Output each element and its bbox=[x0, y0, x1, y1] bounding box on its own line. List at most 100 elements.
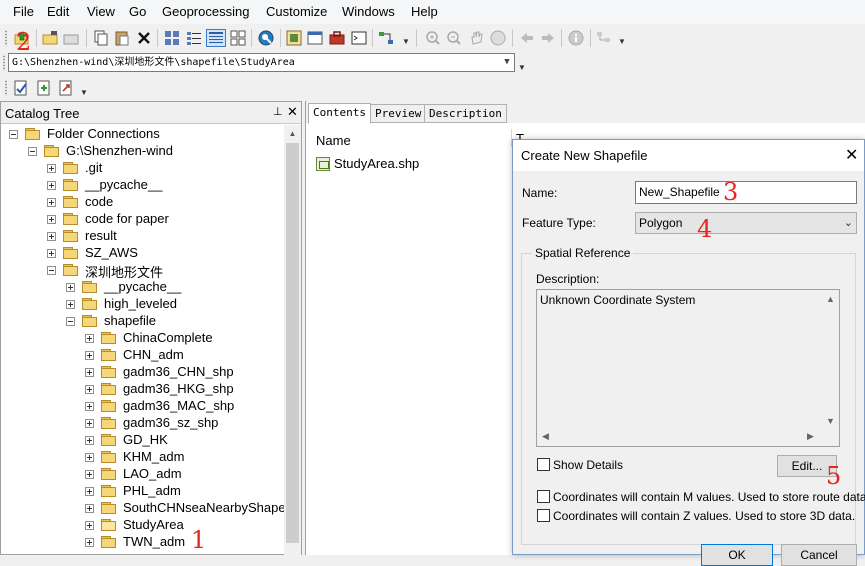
catalog-window-icon[interactable] bbox=[307, 30, 323, 46]
expand-icon[interactable] bbox=[85, 504, 94, 513]
toolbar-dropdown-arrow-icon[interactable]: ▼ bbox=[518, 61, 526, 75]
toolbar-dropdown-arrow-icon[interactable]: ▼ bbox=[402, 35, 410, 49]
tree-node[interactable]: gadm36_sz_shp bbox=[1, 415, 284, 432]
scroll-thumb[interactable] bbox=[286, 143, 299, 543]
tree-node[interactable]: code for paper bbox=[1, 211, 284, 228]
tab-contents[interactable]: Contents bbox=[308, 103, 371, 124]
description-vertical-scrollbar[interactable]: ▲ ▼ bbox=[822, 290, 839, 430]
expand-icon[interactable] bbox=[66, 283, 75, 292]
location-path-combo[interactable]: G:\Shenzhen-wind\深圳地形文件\shapefile\StudyA… bbox=[8, 53, 515, 72]
scroll-left-arrow-icon[interactable]: ◀ bbox=[542, 431, 549, 442]
modelbuilder-icon[interactable] bbox=[378, 30, 394, 46]
menu-file[interactable]: File bbox=[13, 4, 34, 19]
close-icon[interactable]: ✕ bbox=[287, 104, 298, 120]
expand-icon[interactable] bbox=[47, 215, 56, 224]
toolbar-dropdown-arrow-icon[interactable]: ▼ bbox=[80, 86, 88, 100]
menu-windows[interactable]: Windows bbox=[342, 4, 395, 19]
tree-node[interactable]: high_leveled bbox=[1, 296, 284, 313]
details-view-icon[interactable] bbox=[206, 29, 226, 47]
menu-view[interactable]: View bbox=[87, 4, 115, 19]
feature-type-select[interactable]: Polygon ⌄ bbox=[635, 212, 857, 234]
scroll-down-arrow-icon[interactable]: ▼ bbox=[826, 416, 835, 426]
expand-icon[interactable] bbox=[85, 538, 94, 547]
menu-customize[interactable]: Customize bbox=[266, 4, 327, 19]
expand-icon[interactable] bbox=[85, 402, 94, 411]
menu-help[interactable]: Help bbox=[411, 4, 438, 19]
expand-icon[interactable] bbox=[85, 521, 94, 530]
tree-node[interactable]: CHN_adm bbox=[1, 347, 284, 364]
pin-icon[interactable]: ⊥ bbox=[273, 105, 283, 118]
collapse-icon[interactable] bbox=[28, 147, 37, 156]
cancel-button[interactable]: Cancel bbox=[781, 544, 857, 566]
tab-preview[interactable]: Preview bbox=[370, 104, 427, 123]
tree-node[interactable]: SZ_AWS bbox=[1, 245, 284, 262]
ok-button[interactable]: OK bbox=[701, 544, 773, 566]
tree-node[interactable]: shapefile bbox=[1, 313, 284, 330]
expand-icon[interactable] bbox=[85, 351, 94, 360]
forward-arrow-icon[interactable] bbox=[540, 30, 556, 46]
tree-node[interactable]: 深圳地形文件 bbox=[1, 262, 284, 280]
catalog-tree-scrollbar[interactable]: ▲ bbox=[284, 125, 301, 555]
expand-icon[interactable] bbox=[66, 300, 75, 309]
search-window-icon[interactable] bbox=[258, 30, 274, 46]
identify-icon[interactable] bbox=[568, 30, 584, 46]
tab-description[interactable]: Description bbox=[424, 104, 507, 123]
tree-node[interactable]: GD_HK bbox=[1, 432, 284, 449]
launch-arcmap-icon[interactable] bbox=[286, 30, 302, 46]
tree-node[interactable]: G:\Shenzhen-wind bbox=[1, 143, 284, 160]
tree-node[interactable]: result bbox=[1, 228, 284, 245]
expand-icon[interactable] bbox=[85, 368, 94, 377]
tree-node[interactable]: ChinaComplete bbox=[1, 330, 284, 347]
scroll-up-arrow-icon[interactable]: ▲ bbox=[826, 294, 835, 304]
toolbar-grip[interactable] bbox=[2, 55, 6, 71]
toolbar-grip[interactable] bbox=[4, 30, 8, 46]
expand-icon[interactable] bbox=[85, 385, 94, 394]
tree-node[interactable]: LAO_adm bbox=[1, 466, 284, 483]
tree-node[interactable]: gadm36_CHN_shp bbox=[1, 364, 284, 381]
tree-node[interactable]: TWN_adm bbox=[1, 534, 284, 551]
tree-node[interactable]: Folder Connections bbox=[1, 126, 284, 143]
tree-node[interactable]: KHM_adm bbox=[1, 449, 284, 466]
tree-node[interactable]: .git bbox=[1, 160, 284, 177]
thumbnails-view-icon[interactable] bbox=[230, 30, 246, 46]
copy-icon[interactable] bbox=[93, 30, 109, 46]
menu-go[interactable]: Go bbox=[129, 4, 146, 19]
list-view-icon[interactable] bbox=[186, 30, 202, 46]
toolbar-dropdown-arrow-icon[interactable]: ▼ bbox=[618, 35, 626, 49]
expand-icon[interactable] bbox=[47, 164, 56, 173]
back-arrow-icon[interactable] bbox=[519, 30, 535, 46]
description-horizontal-scrollbar[interactable]: ◀ ▶ bbox=[537, 429, 822, 446]
disconnect-folder-icon[interactable] bbox=[63, 30, 79, 46]
column-header-name[interactable]: Name bbox=[316, 133, 351, 148]
menu-edit[interactable]: Edit bbox=[47, 4, 69, 19]
scroll-right-arrow-icon[interactable]: ▶ bbox=[807, 431, 814, 442]
tree-node[interactable]: __pycache__ bbox=[1, 279, 284, 296]
expand-icon[interactable] bbox=[85, 334, 94, 343]
tree-node[interactable]: StudyArea bbox=[1, 517, 284, 534]
expand-icon[interactable] bbox=[85, 419, 94, 428]
z-values-checkbox[interactable] bbox=[537, 509, 550, 522]
scroll-up-arrow-icon[interactable]: ▲ bbox=[284, 125, 301, 142]
tree-node[interactable]: gadm36_MAC_shp bbox=[1, 398, 284, 415]
tree-node[interactable]: SouthCHNseaNearbyShape bbox=[1, 500, 284, 517]
tree-node[interactable]: code bbox=[1, 194, 284, 211]
paste-icon[interactable] bbox=[114, 30, 130, 46]
tree-node[interactable]: gadm36_HKG_shp bbox=[1, 381, 284, 398]
expand-icon[interactable] bbox=[85, 470, 94, 479]
show-details-checkbox[interactable] bbox=[537, 458, 550, 471]
m-values-checkbox[interactable] bbox=[537, 490, 550, 503]
edit-metadata-icon[interactable] bbox=[13, 80, 29, 96]
expand-icon[interactable] bbox=[47, 249, 56, 258]
menu-geoprocessing[interactable]: Geoprocessing bbox=[162, 4, 249, 19]
connect-folder-icon[interactable] bbox=[42, 30, 58, 46]
pan-icon[interactable] bbox=[468, 30, 484, 46]
tree-structure-icon[interactable] bbox=[596, 30, 612, 46]
collapse-icon[interactable] bbox=[47, 266, 56, 275]
full-extent-icon[interactable] bbox=[490, 30, 506, 46]
zoom-out-icon[interactable] bbox=[446, 30, 462, 46]
delete-icon[interactable] bbox=[136, 30, 152, 46]
python-window-icon[interactable] bbox=[351, 30, 367, 46]
expand-icon[interactable] bbox=[85, 487, 94, 496]
zoom-in-icon[interactable] bbox=[425, 30, 441, 46]
chevron-down-icon[interactable]: ▼ bbox=[500, 54, 514, 71]
